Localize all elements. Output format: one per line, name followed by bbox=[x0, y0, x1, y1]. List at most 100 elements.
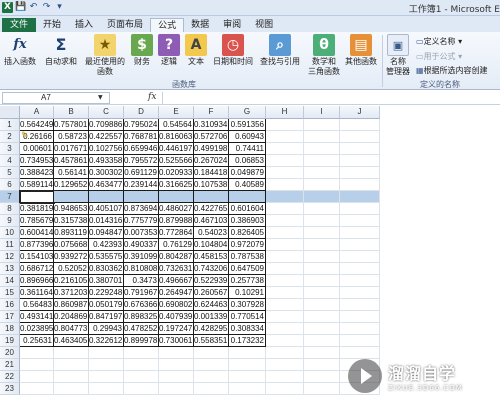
column-header-h[interactable]: H bbox=[266, 106, 304, 119]
cell-j1[interactable] bbox=[340, 119, 380, 131]
cell-f1[interactable]: 0.310934 bbox=[194, 119, 229, 131]
cell-a9[interactable]: 0.785679 bbox=[20, 215, 54, 227]
column-header-b[interactable]: B bbox=[54, 106, 89, 119]
cell-a1[interactable]: 0.564249 bbox=[20, 119, 54, 131]
cell-a16[interactable]: 0.56483 bbox=[20, 299, 54, 311]
cell-c7[interactable] bbox=[89, 191, 124, 203]
cell-g18[interactable]: 0.308334 bbox=[229, 323, 266, 335]
cell-j5[interactable] bbox=[340, 167, 380, 179]
cell-g1[interactable]: 0.591356 bbox=[229, 119, 266, 131]
row-header-16[interactable]: 16 bbox=[0, 299, 20, 311]
cell-b19[interactable]: 0.463405 bbox=[54, 335, 89, 347]
recently-used-button[interactable]: ★ 最近使用的 函数 bbox=[80, 34, 130, 77]
cell-j13[interactable] bbox=[340, 263, 380, 275]
paste-options-icon[interactable]: ✎ bbox=[21, 131, 29, 141]
cell-i4[interactable] bbox=[304, 155, 340, 167]
cell-e7[interactable] bbox=[159, 191, 194, 203]
cell-j16[interactable] bbox=[340, 299, 380, 311]
cell-b23[interactable] bbox=[54, 383, 89, 395]
cell-h7[interactable] bbox=[266, 191, 304, 203]
cell-i16[interactable] bbox=[304, 299, 340, 311]
cell-j6[interactable] bbox=[340, 179, 380, 191]
cell-f13[interactable]: 0.743206 bbox=[194, 263, 229, 275]
cell-g12[interactable]: 0.787538 bbox=[229, 251, 266, 263]
cell-c8[interactable]: 0.405107 bbox=[89, 203, 124, 215]
cell-g4[interactable]: 0.06853 bbox=[229, 155, 266, 167]
cell-f22[interactable] bbox=[194, 371, 229, 383]
define-name-button[interactable]: ▭定义名称 ▾ bbox=[416, 36, 462, 47]
cell-b17[interactable]: 0.204869 bbox=[54, 311, 89, 323]
cell-d2[interactable]: 0.768781 bbox=[124, 131, 159, 143]
cell-e21[interactable] bbox=[159, 359, 194, 371]
cell-c20[interactable] bbox=[89, 347, 124, 359]
cell-e11[interactable]: 0.76129 bbox=[159, 239, 194, 251]
cell-h8[interactable] bbox=[266, 203, 304, 215]
cell-i11[interactable] bbox=[304, 239, 340, 251]
cell-j11[interactable] bbox=[340, 239, 380, 251]
cell-c18[interactable]: 0.29943 bbox=[89, 323, 124, 335]
cell-h12[interactable] bbox=[266, 251, 304, 263]
cell-h14[interactable] bbox=[266, 275, 304, 287]
cell-a18[interactable]: 0.023895 bbox=[20, 323, 54, 335]
cell-b16[interactable]: 0.860987 bbox=[54, 299, 89, 311]
cell-f16[interactable]: 0.624463 bbox=[194, 299, 229, 311]
cell-a20[interactable] bbox=[20, 347, 54, 359]
cell-a12[interactable]: 0.154103 bbox=[20, 251, 54, 263]
cell-e18[interactable]: 0.197247 bbox=[159, 323, 194, 335]
cell-d8[interactable]: 0.873694 bbox=[124, 203, 159, 215]
cell-g20[interactable] bbox=[229, 347, 266, 359]
cell-b1[interactable]: 0.757801 bbox=[54, 119, 89, 131]
cell-g8[interactable]: 0.601604 bbox=[229, 203, 266, 215]
cell-e6[interactable]: 0.316625 bbox=[159, 179, 194, 191]
cell-j17[interactable] bbox=[340, 311, 380, 323]
cell-b20[interactable] bbox=[54, 347, 89, 359]
cell-e15[interactable]: 0.264947 bbox=[159, 287, 194, 299]
cell-i2[interactable] bbox=[304, 131, 340, 143]
cell-e16[interactable]: 0.690802 bbox=[159, 299, 194, 311]
column-header-g[interactable]: G bbox=[229, 106, 266, 119]
cell-h11[interactable] bbox=[266, 239, 304, 251]
logical-button[interactable]: ? 逻辑 bbox=[157, 34, 181, 67]
column-header-f[interactable]: F bbox=[194, 106, 229, 119]
column-header-a[interactable]: A bbox=[20, 106, 54, 119]
redo-icon[interactable]: ↷ bbox=[41, 2, 52, 13]
cell-f8[interactable]: 0.422765 bbox=[194, 203, 229, 215]
cell-h19[interactable] bbox=[266, 335, 304, 347]
row-header-6[interactable]: 6 bbox=[0, 179, 20, 191]
cell-b13[interactable]: 0.52052 bbox=[54, 263, 89, 275]
row-header-13[interactable]: 13 bbox=[0, 263, 20, 275]
cell-a3[interactable]: 0.00601 bbox=[20, 143, 54, 155]
cell-a4[interactable]: 0.734953 bbox=[20, 155, 54, 167]
cell-a23[interactable] bbox=[20, 383, 54, 395]
cell-f3[interactable]: 0.499198 bbox=[194, 143, 229, 155]
cell-g10[interactable]: 0.826405 bbox=[229, 227, 266, 239]
cell-g17[interactable]: 0.770514 bbox=[229, 311, 266, 323]
cell-i18[interactable] bbox=[304, 323, 340, 335]
row-header-1[interactable]: 1 bbox=[0, 119, 20, 131]
cell-c15[interactable]: 0.229248 bbox=[89, 287, 124, 299]
cell-j18[interactable] bbox=[340, 323, 380, 335]
date-time-button[interactable]: ◷ 日期和时间 bbox=[210, 34, 256, 67]
cell-c1[interactable]: 0.709886 bbox=[89, 119, 124, 131]
row-header-9[interactable]: 9 bbox=[0, 215, 20, 227]
cell-d13[interactable]: 0.810808 bbox=[124, 263, 159, 275]
cell-b9[interactable]: 0.315738 bbox=[54, 215, 89, 227]
cell-j2[interactable] bbox=[340, 131, 380, 143]
cell-d14[interactable]: 0.3473 bbox=[124, 275, 159, 287]
cell-a19[interactable]: 0.25631 bbox=[20, 335, 54, 347]
cell-b18[interactable]: 0.804773 bbox=[54, 323, 89, 335]
cell-d5[interactable]: 0.691129 bbox=[124, 167, 159, 179]
row-header-20[interactable]: 20 bbox=[0, 347, 20, 359]
cell-f5[interactable]: 0.184418 bbox=[194, 167, 229, 179]
cell-g23[interactable] bbox=[229, 383, 266, 395]
cell-c14[interactable]: 0.380701 bbox=[89, 275, 124, 287]
cell-c13[interactable]: 0.830362 bbox=[89, 263, 124, 275]
cell-c23[interactable] bbox=[89, 383, 124, 395]
cell-a6[interactable]: 0.589114 bbox=[20, 179, 54, 191]
name-manager-button[interactable]: ▣ 名称 管理器 bbox=[385, 34, 411, 77]
cell-a11[interactable]: 0.877396 bbox=[20, 239, 54, 251]
customize-toolbar-icon[interactable]: ▾ bbox=[54, 2, 65, 13]
cell-b11[interactable]: 0.075668 bbox=[54, 239, 89, 251]
cell-f9[interactable]: 0.467103 bbox=[194, 215, 229, 227]
cell-a21[interactable] bbox=[20, 359, 54, 371]
